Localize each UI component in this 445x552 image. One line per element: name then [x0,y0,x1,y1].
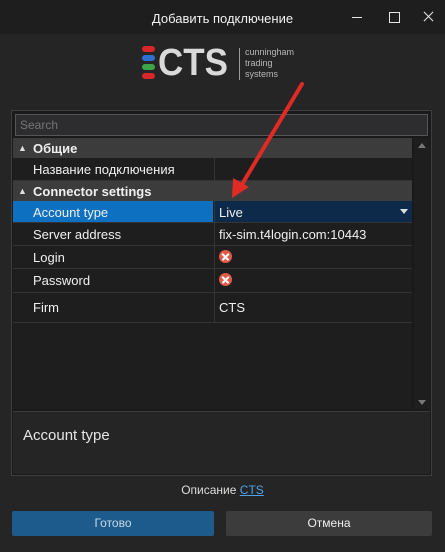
account-type-select[interactable]: Live [214,201,412,222]
password-field[interactable] [214,269,412,292]
cts-description-link[interactable]: CTS [240,483,264,497]
collapse-triangle-icon[interactable]: ▲ [18,186,27,196]
error-icon [219,250,232,263]
cancel-button[interactable]: Отмена [226,511,432,536]
firm-field[interactable]: CTS [214,293,412,322]
login-field[interactable] [214,246,412,268]
scroll-down-icon[interactable] [418,400,426,405]
section-general[interactable]: ▲ Общие [13,138,412,158]
row-label: Server address [33,227,122,242]
vertical-scrollbar[interactable] [414,138,430,409]
title-bar: Добавить подключение [0,0,445,34]
cts-logo: CTS cunningham trading systems [138,42,318,88]
scroll-up-icon[interactable] [418,143,426,148]
logo-separator [239,48,240,80]
done-button[interactable]: Готово [12,511,214,536]
row-label: Account type [13,201,213,222]
logo-dot [142,73,155,79]
description-footer: Описание CTS [181,483,264,497]
row-label: Firm [33,300,59,315]
connection-name-field[interactable] [214,158,412,180]
section-connector-settings[interactable]: ▲ Connector settings [13,181,412,201]
property-grid-panel: ▲ Общие Название подключения ▲ Connector… [11,110,432,476]
logo-dots [142,46,156,82]
logo-word: CTS [158,42,228,84]
logo-dot [142,46,155,52]
chevron-down-icon[interactable] [400,209,408,214]
server-address-field[interactable]: fix-sim.t4login.com:10443 [214,223,412,245]
row-connection-name[interactable]: Название подключения [13,158,412,181]
row-firm[interactable]: Firm CTS [13,293,412,323]
row-password[interactable]: Password [13,269,412,293]
row-label: Название подключения [33,162,175,177]
maximize-icon[interactable] [384,7,404,27]
row-account-type[interactable]: Account type Live [13,201,412,223]
property-grid: ▲ Общие Название подключения ▲ Connector… [13,138,412,409]
minimize-icon[interactable] [347,7,367,27]
row-server-address[interactable]: Server address fix-sim.t4login.com:10443 [13,223,412,246]
row-label: Login [33,250,65,265]
row-label: Password [33,273,91,288]
description-title: Account type [23,427,110,444]
close-icon[interactable] [418,7,438,27]
row-login[interactable]: Login [13,246,412,269]
logo-subtitle: cunningham trading systems [245,47,295,79]
window-title: Добавить подключение [151,11,294,26]
error-icon [219,273,232,286]
logo-dot [142,64,155,70]
collapse-triangle-icon[interactable]: ▲ [18,143,27,153]
description-pane: Account type [13,411,430,474]
logo-dot [142,55,155,61]
search-input[interactable] [15,114,428,136]
